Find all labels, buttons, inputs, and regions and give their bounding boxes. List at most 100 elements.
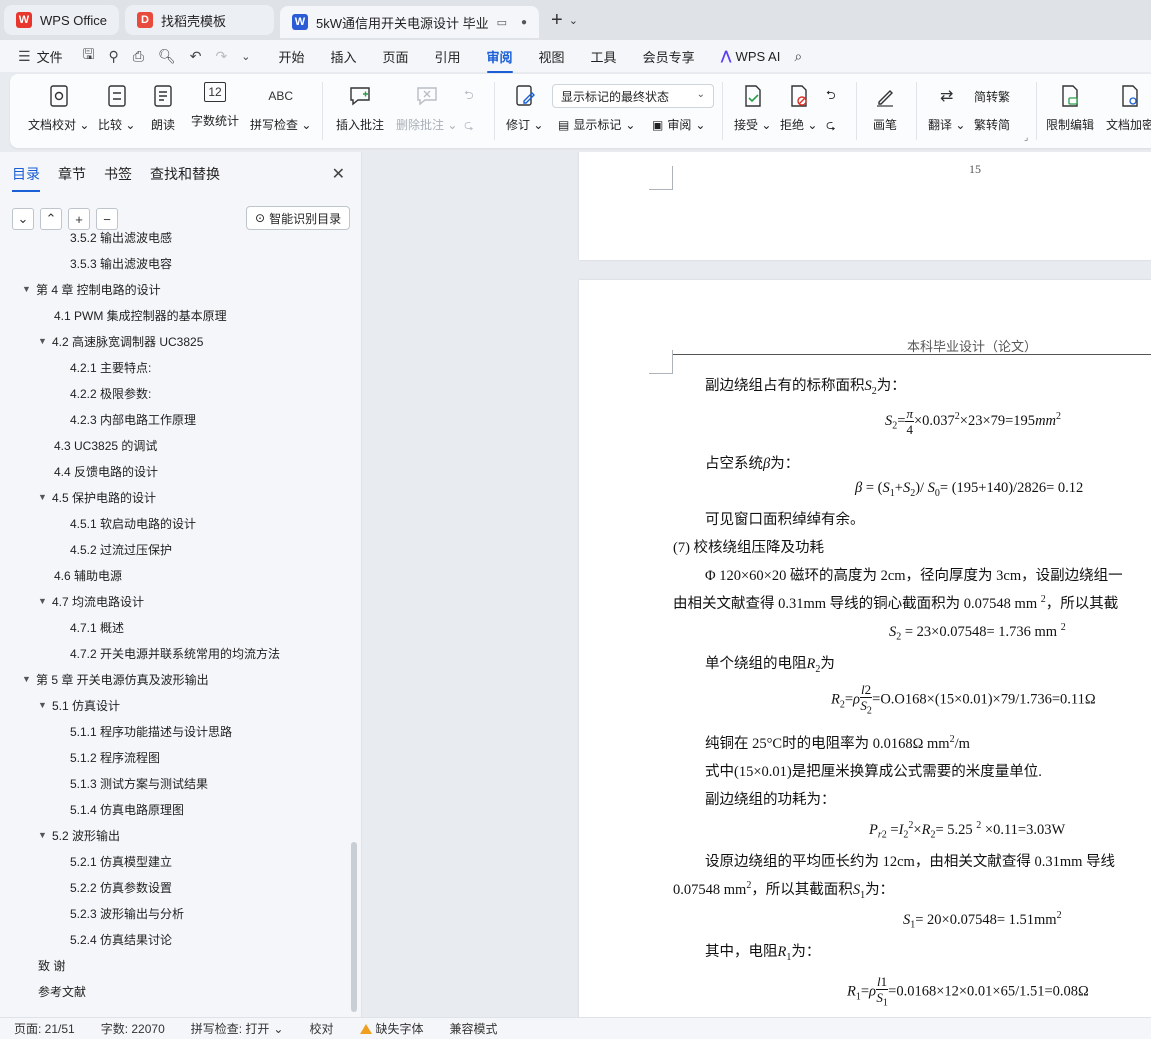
translate-button[interactable]: ⇄ 翻译 ⌄: [928, 82, 965, 133]
toc-item[interactable]: 4.3 UC3825 的调试: [0, 432, 354, 458]
show-markup-button[interactable]: ▤ 显示标记 ⌄: [558, 116, 635, 133]
toc-item[interactable]: ▼ 第 4 章 控制电路的设计: [0, 276, 354, 302]
spell-check-indicator[interactable]: 拼写检查: 打开 ⌄: [191, 1020, 284, 1037]
toc-item[interactable]: 5.1.3 测试方案与测试结果: [0, 770, 354, 796]
word-count-button[interactable]: 12 字数统计: [191, 82, 239, 129]
expand-triangle-icon[interactable]: ▼: [22, 284, 34, 294]
toc-item[interactable]: 5.2.4 仿真结果讨论: [0, 926, 354, 952]
expand-triangle-icon[interactable]: ▼: [38, 700, 50, 710]
toc-item[interactable]: ▼ 5.1 仿真设计: [0, 692, 354, 718]
toc-item[interactable]: 参考文献: [0, 978, 354, 1004]
toc-item[interactable]: 4.2.3 内部电路工作原理: [0, 406, 354, 432]
close-icon[interactable]: ✕: [332, 164, 345, 184]
toc-item[interactable]: ▼ 4.2 高速脉宽调制器 UC3825: [0, 328, 354, 354]
restrict-edit-button[interactable]: 限制编辑: [1046, 82, 1094, 133]
doc-paragraph[interactable]: 副边绕组的功耗为：: [705, 788, 836, 809]
menu-page[interactable]: 页面: [382, 47, 408, 66]
doc-paragraph[interactable]: 单个绕组的电阻R2为: [705, 652, 835, 675]
toc-item[interactable]: ▼ 4.7 均流电路设计: [0, 588, 354, 614]
toc-item[interactable]: 4.6 辅助电源: [0, 562, 354, 588]
tab-toc[interactable]: 目录: [12, 164, 40, 192]
reject-button[interactable]: 拒绝 ⌄: [780, 82, 817, 133]
to-traditional-button[interactable]: 简转繁: [974, 88, 1010, 105]
encrypt-button[interactable]: 文档加密: [1106, 82, 1151, 133]
toc-item[interactable]: 4.5.2 过流过压保护: [0, 536, 354, 562]
print-preview-icon[interactable]: 🔍︎: [158, 48, 176, 65]
doc-paragraph[interactable]: 纯铜在 25°C时的电阻率为 0.0168Ω mm2/m: [705, 732, 970, 753]
toc-item[interactable]: 致 谢: [0, 952, 354, 978]
close-tab-icon[interactable]: ●: [521, 17, 527, 28]
menu-tools[interactable]: 工具: [591, 47, 617, 66]
tab-document[interactable]: W 5kW通信用开关电源设计 毕业 ▭ ●: [279, 6, 540, 38]
doc-paragraph[interactable]: 可见窗口面积绰绰有余。: [705, 508, 865, 529]
toc-item[interactable]: 4.5.1 软启动电路的设计: [0, 510, 354, 536]
doc-paragraph[interactable]: 其中，电阻R1为：: [705, 940, 820, 963]
toc-item[interactable]: 5.2.3 波形输出与分析: [0, 900, 354, 926]
doc-paragraph[interactable]: 由相关文献查得 0.31mm 导线的铜心截面积为 0.07548 mm 2，所以…: [673, 592, 1118, 613]
doc-paragraph[interactable]: 式中(15×0.01)是把厘米换算成公式需要的米度量单位.: [705, 760, 1042, 781]
tab-bookmarks[interactable]: 书签: [104, 164, 132, 192]
doc-paragraph[interactable]: 副边绕组占有的标称面积S2为：: [705, 374, 906, 397]
toc-item[interactable]: 5.2.2 仿真参数设置: [0, 874, 354, 900]
page-indicator[interactable]: 页面: 21/51: [14, 1020, 75, 1037]
equation[interactable]: Pr2 =I22×R2= 5.25 2 ×0.11=3.03W: [869, 820, 1065, 841]
doc-paragraph[interactable]: 设原边绕组的平均匝长约为 12cm，由相关文献查得 0.31mm 导线: [705, 850, 1115, 871]
toc-item[interactable]: ▼ 4.5 保护电路的设计: [0, 484, 354, 510]
toc-item[interactable]: 5.1.4 仿真电路原理图: [0, 796, 354, 822]
chevron-down-icon[interactable]: ⌄: [569, 14, 578, 27]
equation[interactable]: R1=ρ l1 S1 =0.0168×12×0.01×65/1.51=0.08Ω: [847, 974, 1089, 1011]
menu-home[interactable]: 开始: [278, 47, 304, 66]
undo-icon[interactable]: ↶: [190, 48, 202, 65]
word-count-indicator[interactable]: 字数: 22070: [101, 1020, 165, 1037]
toc-item[interactable]: 5.1.2 程序流程图: [0, 744, 354, 770]
toc-item[interactable]: 3.5.3 输出滤波电容: [0, 250, 354, 276]
tab-docer[interactable]: D 找稻壳模板: [124, 5, 274, 35]
tab-wps-office[interactable]: W WPS Office: [4, 5, 119, 35]
equation[interactable]: R2=ρ l2 S2 =O.O168×(15×0.01)×79/1.736=0.11Ω: [831, 682, 1096, 719]
doc-paragraph[interactable]: (7) 校核绕组压降及功耗: [673, 536, 824, 557]
tab-find-replace[interactable]: 查找和替换: [150, 164, 220, 192]
toc-item[interactable]: 3.5.2 输出滤波电感: [0, 224, 354, 250]
toc-item[interactable]: 4.7.2 开关电源并联系统常用的均流方法: [0, 640, 354, 666]
equation[interactable]: β = (S1+S2)/ S0= (195+140)/2826= 0.12: [855, 480, 1083, 499]
expand-triangle-icon[interactable]: ▼: [38, 596, 50, 606]
review-pane-button[interactable]: ▣ 审阅 ⌄: [652, 116, 705, 133]
pen-button[interactable]: 画笔: [872, 82, 898, 133]
toc-item[interactable]: 4.7.1 概述: [0, 614, 354, 640]
markup-select[interactable]: 显示标记的最终状态 ⌄: [552, 84, 714, 108]
quick-access-more-icon[interactable]: ⌄: [241, 50, 250, 63]
equation[interactable]: S2 = 23×0.07548= 1.736 mm 2: [889, 622, 1066, 643]
expand-triangle-icon[interactable]: ▼: [38, 336, 50, 346]
read-aloud-button[interactable]: 朗读: [150, 82, 176, 133]
missing-font-indicator[interactable]: 缺失字体: [359, 1020, 424, 1037]
toc-item[interactable]: ▼ 第 5 章 开关电源仿真及波形输出: [0, 666, 354, 692]
next-change-icon[interactable]: ⮎: [826, 116, 836, 137]
expand-triangle-icon[interactable]: ▼: [22, 674, 34, 684]
compare-button[interactable]: 比较 ⌄: [98, 82, 135, 133]
toc-item[interactable]: ▼ 5.2 波形输出: [0, 822, 354, 848]
prev-change-icon[interactable]: ⮌: [826, 86, 836, 107]
doc-paragraph[interactable]: 占空系统β为：: [705, 452, 799, 473]
search-icon[interactable]: ⌕: [794, 48, 802, 65]
doc-paragraph[interactable]: Φ 120×60×20 磁环的高度为 2cm，径向厚度为 3cm，设副边绕组一: [705, 564, 1123, 585]
equation[interactable]: S1= 20×0.07548= 1.51mm2: [903, 910, 1062, 931]
tab-chapters[interactable]: 章节: [58, 164, 86, 192]
expand-triangle-icon[interactable]: ▼: [38, 492, 50, 502]
print-icon[interactable]: ⎙: [133, 48, 144, 65]
insert-comment-button[interactable]: 插入批注: [336, 82, 384, 133]
to-simplified-button[interactable]: 繁转简: [974, 116, 1010, 133]
toc-item[interactable]: 4.4 反馈电路的设计: [0, 458, 354, 484]
menu-references[interactable]: 引用: [435, 47, 461, 66]
spell-check-button[interactable]: ABC 拼写检查 ⌄: [250, 82, 311, 133]
expand-triangle-icon[interactable]: ▼: [38, 830, 50, 840]
doc-paragraph[interactable]: 0.07548 mm2，所以其截面积S1为：: [673, 878, 894, 901]
doc-check-button[interactable]: 文档校对 ⌄: [28, 82, 89, 133]
scrollbar[interactable]: [351, 842, 357, 1012]
share-icon[interactable]: ⚲: [109, 48, 119, 65]
proofread-indicator[interactable]: 校对: [309, 1020, 333, 1037]
toc-item[interactable]: 4.2.1 主要特点:: [0, 354, 354, 380]
toc-item[interactable]: 5.1.1 程序功能描述与设计思路: [0, 718, 354, 744]
dialog-launcher-icon[interactable]: ⌟: [1024, 132, 1028, 143]
wps-ai-button[interactable]: ⋀ WPS AI: [721, 48, 781, 64]
menu-membership[interactable]: 会员专享: [643, 47, 695, 66]
